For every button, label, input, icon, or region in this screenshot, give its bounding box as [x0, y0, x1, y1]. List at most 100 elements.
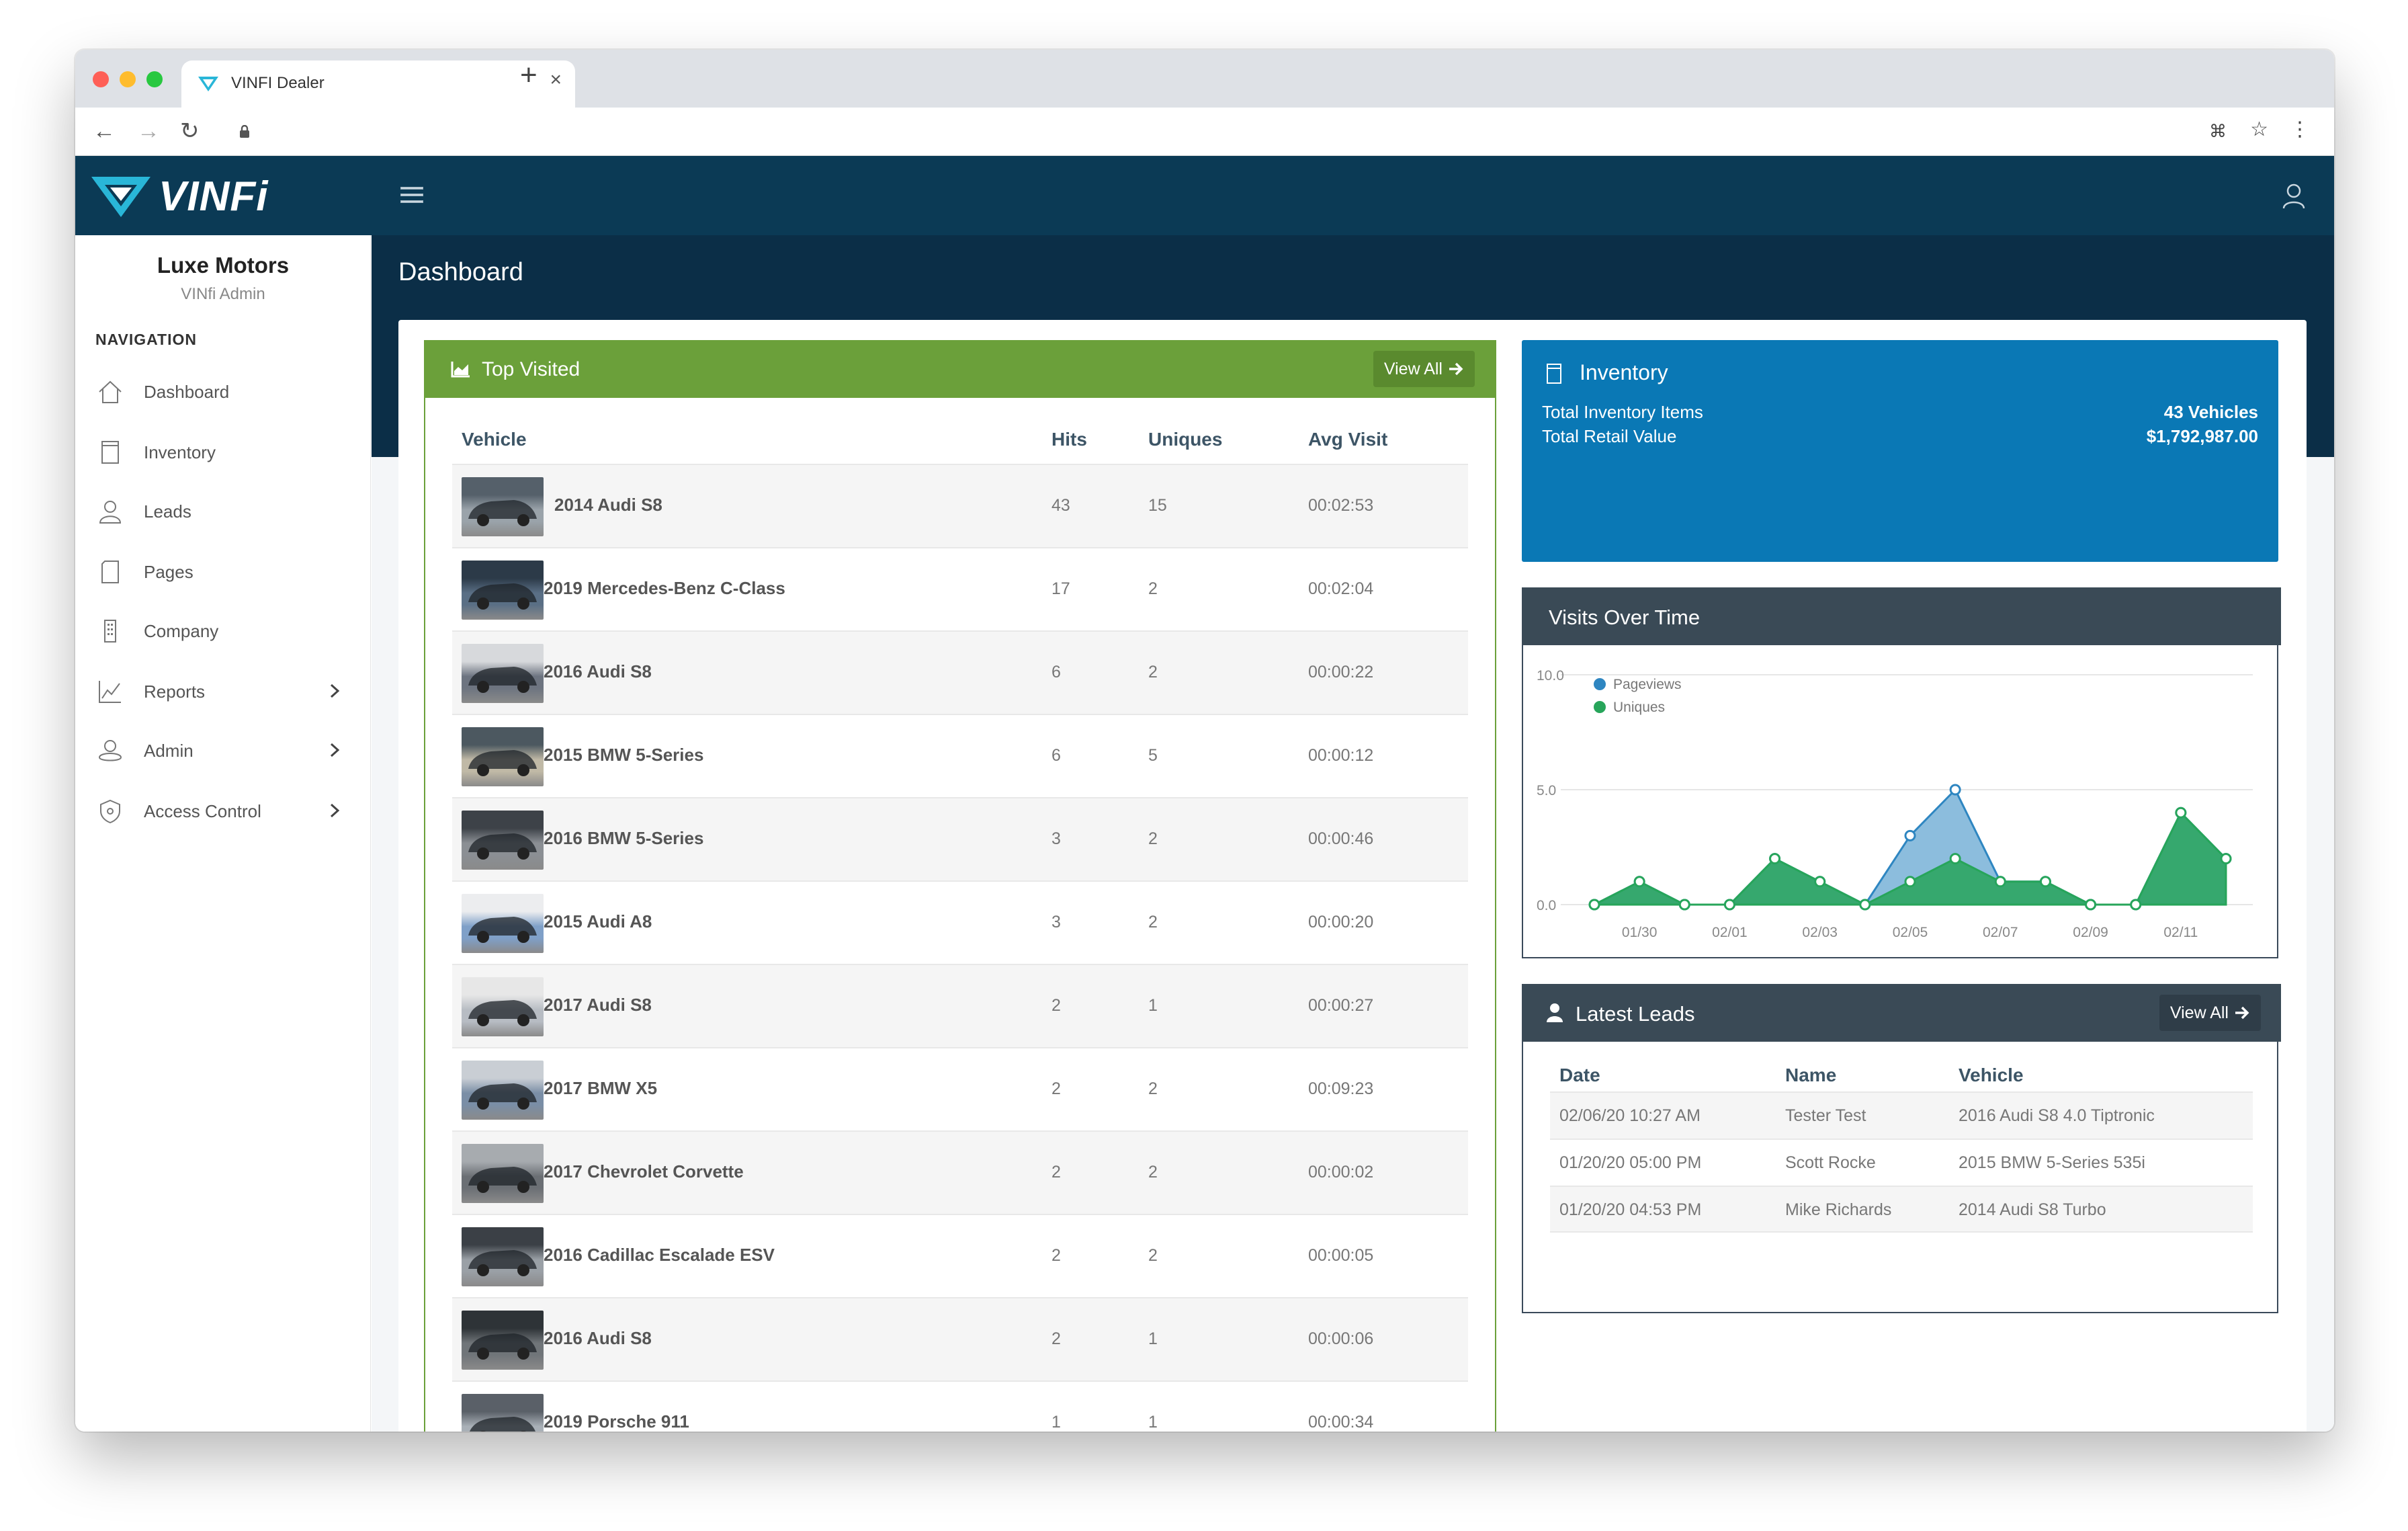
- document-icon: [1547, 364, 1561, 384]
- home-icon: [95, 377, 125, 407]
- table-row[interactable]: 2016 Audi S8 6 2 00:00:22: [452, 630, 1468, 714]
- vehicle-thumbnail[interactable]: [462, 1394, 544, 1432]
- reload-icon[interactable]: ↻: [180, 120, 200, 142]
- y-tick-label: 10.0: [1537, 668, 1564, 684]
- vehicle-name[interactable]: 2019 Mercedes-Benz C-Class: [544, 578, 785, 599]
- lock-icon[interactable]: [239, 125, 250, 138]
- vehicle-thumbnail[interactable]: [462, 561, 544, 620]
- vehicle-name[interactable]: 2016 Audi S8: [544, 1328, 652, 1349]
- visits-chart: 10.0 5.0 0.0 01/30 02/01 02/03 02/05 02/07 02/09…: [1537, 668, 2253, 940]
- zoom-window-button[interactable]: [146, 71, 163, 87]
- vehicle-thumbnail[interactable]: [462, 1227, 544, 1286]
- user-icon: [1547, 1003, 1563, 1022]
- table-row[interactable]: 2014 Audi S8 43 15 00:02:53: [452, 464, 1468, 547]
- sidebar-item-inventory[interactable]: Inventory: [95, 429, 357, 476]
- table-row[interactable]: 2016 BMW 5-Series 3 2 00:00:46: [452, 797, 1468, 880]
- vehicle-thumbnail[interactable]: [462, 477, 544, 536]
- vinfi-logo[interactable]: VINFi: [90, 168, 268, 224]
- lead-vehicle: 2014 Audi S8 Turbo: [1959, 1200, 2106, 1219]
- company-role: VINfi Admin: [181, 285, 265, 303]
- data-point-uniques: [1859, 899, 1871, 911]
- sidebar-item-dashboard[interactable]: Dashboard: [95, 368, 357, 415]
- top-visited-header: Top Visited View All: [425, 341, 1495, 398]
- data-point-uniques: [1678, 899, 1690, 911]
- lead-date: 01/20/20 04:53 PM: [1559, 1200, 1702, 1219]
- vehicle-name[interactable]: 2016 BMW 5-Series: [544, 828, 703, 849]
- vehicle-thumbnail[interactable]: [462, 644, 544, 703]
- data-point-uniques: [1994, 876, 2006, 888]
- table-row[interactable]: 2017 BMW X5 2 2 00:09:23: [452, 1047, 1468, 1130]
- data-point-uniques: [2039, 876, 2051, 888]
- vehicle-thumbnail[interactable]: [462, 1061, 544, 1120]
- table-row[interactable]: 2016 Audi S8 2 1 00:00:06: [452, 1297, 1468, 1380]
- minimize-window-button[interactable]: [120, 71, 136, 87]
- vehicle-name[interactable]: 2016 Cadillac Escalade ESV: [544, 1245, 775, 1266]
- sidebar-item-access-control[interactable]: Access Control: [95, 788, 357, 835]
- view-all-label: View All: [1383, 359, 1443, 378]
- sidebar-item-leads[interactable]: Leads: [95, 488, 357, 535]
- sidebar-item-company[interactable]: Company: [95, 608, 357, 655]
- building-icon: [95, 616, 125, 646]
- vehicle-name[interactable]: 2017 Chevrolet Corvette: [544, 1161, 744, 1182]
- table-row[interactable]: 2019 Mercedes-Benz C-Class 17 2 00:02:04: [452, 547, 1468, 630]
- hits-value: 2: [1051, 1329, 1061, 1348]
- avg-visit-value: 00:00:27: [1308, 996, 1374, 1015]
- browser-menu-icon[interactable]: ⋮: [2290, 120, 2310, 140]
- table-row[interactable]: 01/20/20 05:00 PM Scott Rocke 2015 BMW 5…: [1550, 1139, 2253, 1186]
- vehicle-name[interactable]: 2017 Audi S8: [544, 995, 652, 1016]
- total-items-label: Total Inventory Items: [1542, 402, 1703, 422]
- user-account-icon[interactable]: [2282, 183, 2306, 210]
- lead-name: Mike Richards: [1785, 1200, 1892, 1219]
- back-icon[interactable]: ←: [93, 120, 116, 142]
- table-row[interactable]: 2015 Audi A8 3 2 00:00:20: [452, 880, 1468, 964]
- browser-toolbar: ← → ↻ ⌘ ☆ ⋮: [75, 108, 2334, 156]
- arrow-right-icon: [2235, 1006, 2249, 1020]
- x-tick-label: 02/01: [1712, 925, 1748, 940]
- bookmark-star-icon[interactable]: ☆: [2250, 120, 2268, 140]
- inventory-panel[interactable]: Inventory Total Inventory Items 43 Vehic…: [1522, 340, 2278, 562]
- close-tab-icon[interactable]: ×: [550, 70, 562, 90]
- avg-visit-value: 00:09:23: [1308, 1079, 1374, 1098]
- forward-icon[interactable]: →: [137, 120, 160, 142]
- vehicle-thumbnail[interactable]: [462, 1144, 544, 1203]
- top-visited-panel: Top Visited View All Vehicle Hits Unique…: [424, 340, 1496, 1432]
- vehicle-name[interactable]: 2015 BMW 5-Series: [544, 745, 703, 766]
- vehicle-name[interactable]: 2016 Audi S8: [544, 661, 652, 682]
- table-row[interactable]: 2017 Audi S8 2 1 00:00:27: [452, 964, 1468, 1047]
- new-tab-button[interactable]: +: [520, 60, 538, 90]
- x-tick-label: 02/05: [1893, 925, 1928, 940]
- sidebar-item-reports[interactable]: Reports: [95, 668, 357, 715]
- vehicle-thumbnail[interactable]: [462, 727, 544, 786]
- arrow-right-icon: [1449, 362, 1463, 376]
- avg-visit-value: 00:00:06: [1308, 1329, 1374, 1348]
- close-window-button[interactable]: [93, 71, 109, 87]
- data-point-uniques: [2130, 899, 2142, 911]
- vehicle-name[interactable]: 2014 Audi S8: [554, 495, 662, 515]
- vehicle-thumbnail[interactable]: [462, 977, 544, 1036]
- translate-icon[interactable]: ⌘: [2209, 122, 2227, 140]
- table-row[interactable]: 2017 Chevrolet Corvette 2 2 00:00:02: [452, 1130, 1468, 1214]
- vehicle-thumbnail[interactable]: [462, 811, 544, 870]
- view-all-leads-button[interactable]: View All: [2159, 995, 2261, 1031]
- browser-tab[interactable]: VINFI Dealer ×: [181, 60, 575, 108]
- hits-value: 6: [1051, 663, 1061, 681]
- sidebar-item-pages[interactable]: Pages: [95, 548, 357, 595]
- table-row[interactable]: 02/06/20 10:27 AM Tester Test 2016 Audi …: [1550, 1091, 2253, 1139]
- hamburger-menu-icon[interactable]: [400, 187, 423, 207]
- vehicle-thumbnail[interactable]: [462, 894, 544, 953]
- table-row[interactable]: 2019 Porsche 911 1 1 00:00:34: [452, 1380, 1468, 1432]
- panel-title: Inventory: [1580, 360, 1668, 384]
- app-root: VINFi Luxe Motors VINfi Admin NAVIGATION…: [75, 156, 2334, 1432]
- table-row[interactable]: 01/20/20 04:53 PM Mike Richards 2014 Aud…: [1550, 1186, 2253, 1233]
- sidebar-item-admin[interactable]: Admin: [95, 727, 357, 774]
- lead-date: 01/20/20 05:00 PM: [1559, 1153, 1702, 1172]
- hits-value: 2: [1051, 1079, 1061, 1098]
- table-row[interactable]: 2015 BMW 5-Series 6 5 00:00:12: [452, 714, 1468, 797]
- sidebar-item-label: Company: [144, 620, 219, 641]
- vehicle-name[interactable]: 2015 Audi A8: [544, 911, 652, 932]
- table-row[interactable]: 2016 Cadillac Escalade ESV 2 2 00:00:05: [452, 1214, 1468, 1297]
- vehicle-name[interactable]: 2017 BMW X5: [544, 1078, 657, 1099]
- vehicle-name[interactable]: 2019 Porsche 911: [544, 1411, 689, 1432]
- vehicle-thumbnail[interactable]: [462, 1311, 544, 1370]
- view-all-button[interactable]: View All: [1373, 351, 1475, 387]
